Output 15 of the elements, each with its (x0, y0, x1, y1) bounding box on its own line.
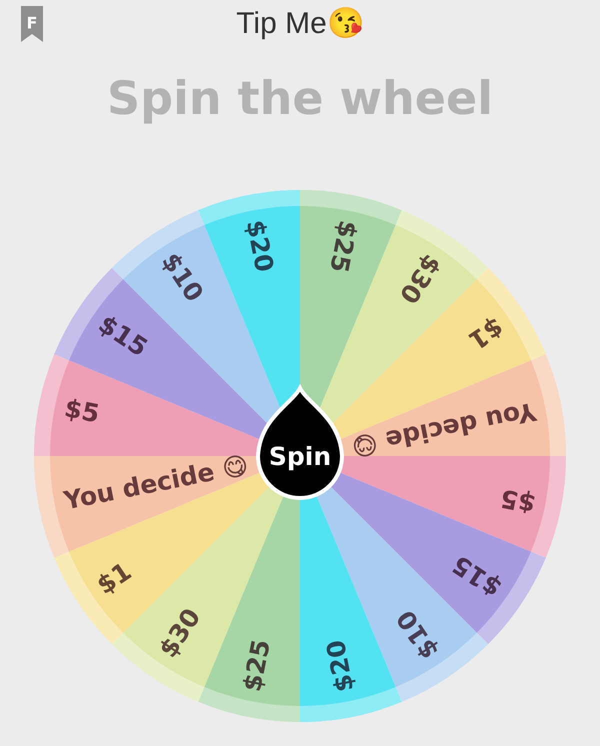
segment-label: $1 (91, 556, 137, 600)
segment-label: $1 (463, 312, 509, 356)
segment-label: $5 (498, 483, 538, 519)
segment-label: $20 (240, 217, 280, 274)
segment-label: $5 (62, 393, 102, 429)
segment-label: $25 (237, 637, 276, 694)
spin-button[interactable]: Spin (256, 386, 344, 500)
segment-label: $15 (93, 309, 153, 362)
heading: Spin the wheel (107, 70, 493, 126)
page-title: Tip Me😘 (236, 6, 364, 42)
segment-label: You decide 😋 (61, 450, 251, 516)
segment-label: You decide 😋 (349, 396, 539, 462)
segment-label: $15 (447, 550, 507, 603)
segment-label: $20 (320, 638, 360, 695)
segment-label: $25 (324, 218, 363, 275)
